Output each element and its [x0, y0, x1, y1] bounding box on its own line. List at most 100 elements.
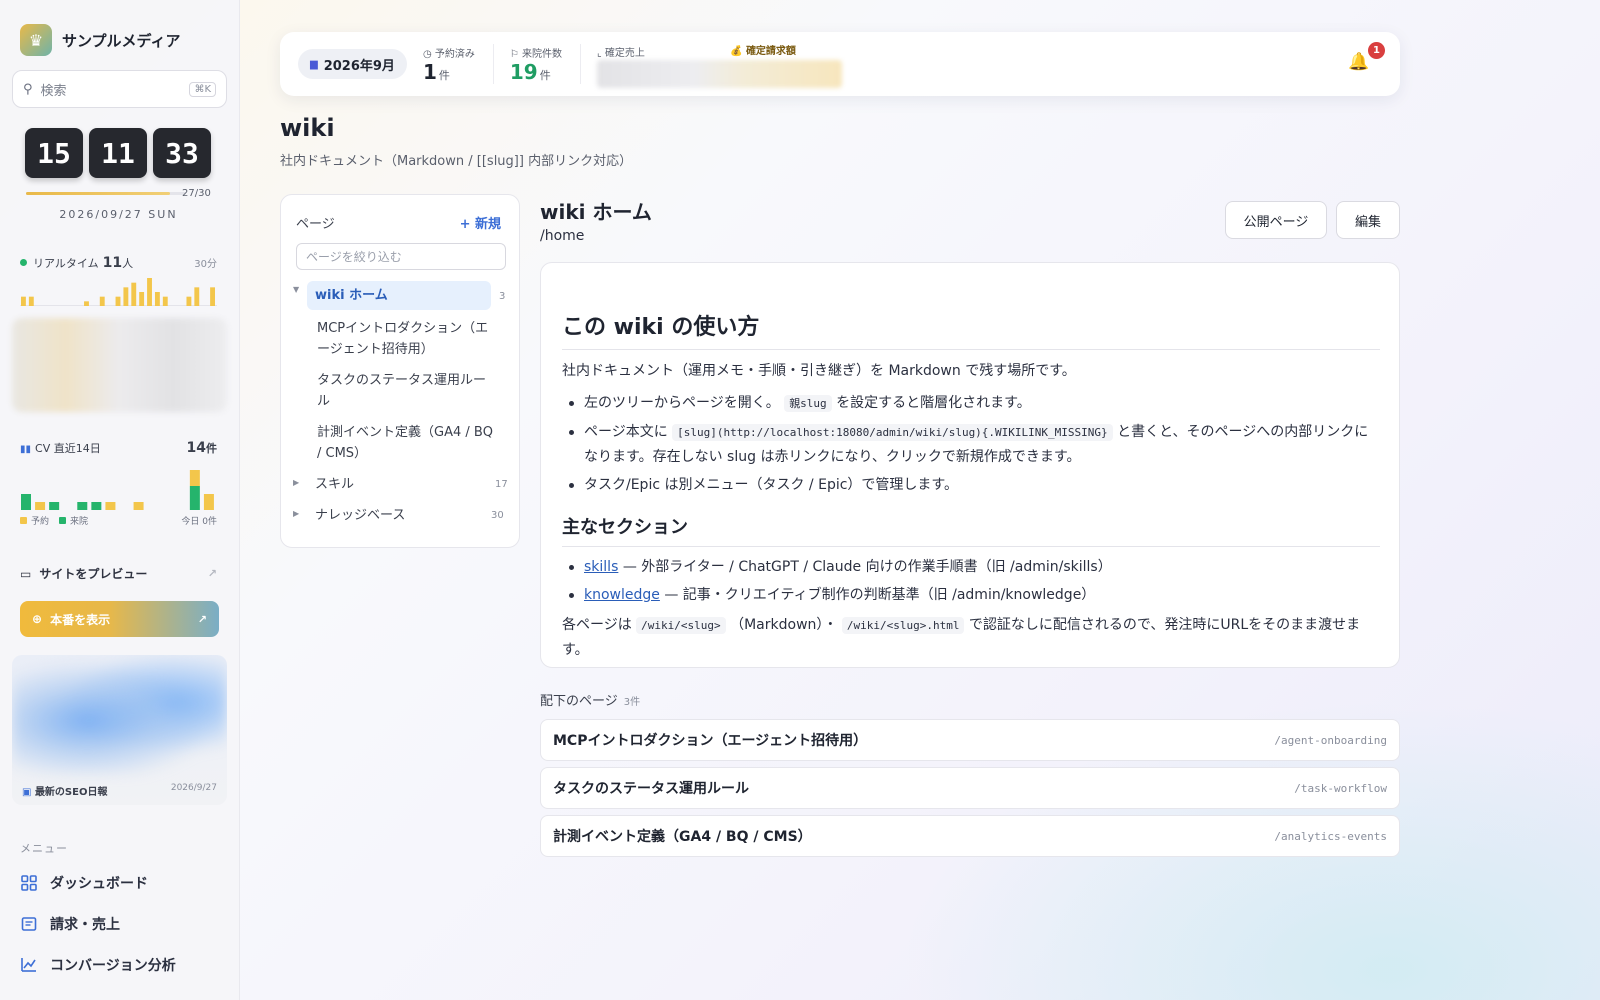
cv-bar-raiin — [77, 502, 88, 510]
chevron-right-icon[interactable]: ▶ — [293, 478, 307, 487]
flip-clock: 15 11 33 — [25, 128, 211, 178]
nav-label: コンバージョン分析 — [50, 958, 176, 974]
nav-billing[interactable]: 請求・売上 — [20, 914, 220, 934]
new-page-button[interactable]: + 新規 — [460, 213, 501, 232]
external-link-icon: ↗ — [197, 612, 207, 626]
list-item-text: — 記事・クリエイティブ制作の判断基準（旧 /admin/knowledge） — [659, 587, 1096, 603]
cv-bar-raiin — [189, 486, 200, 510]
clock-hours: 15 — [25, 128, 83, 178]
list-item-text: — 外部ライター / ChatGPT / Claude 向けの作業手順書（旧 /… — [618, 559, 1112, 575]
public-page-button[interactable]: 公開ページ — [1225, 201, 1327, 239]
sparkline-bar — [162, 296, 168, 306]
realtime-count: 11 — [102, 255, 123, 271]
trend-icon: ⌞ — [597, 48, 602, 59]
chevron-right-icon[interactable]: ▶ — [293, 509, 307, 518]
sparkline-bar — [21, 296, 26, 306]
brand[interactable]: ♛ サンプルメディア — [20, 24, 181, 56]
sparkline-bar — [84, 301, 89, 306]
subpage-row[interactable]: 計測イベント定義（GA4 / BQ / CMS） /analytics-even… — [540, 815, 1400, 857]
sparkline-bar — [28, 296, 34, 306]
site-preview-label: サイトをプレビュー — [39, 567, 148, 581]
list-item: ページ本文に [slug](http://localhost:18080/adm… — [562, 420, 1380, 469]
blurred-widget — [12, 318, 227, 412]
list-item: skills — 外部ライター / ChatGPT / Claude 向けの作業… — [562, 555, 1380, 579]
seo-report-thumbnail — [12, 655, 227, 775]
tree-item-wiki-home[interactable]: ▼ wiki ホーム — [293, 281, 491, 310]
legend-yoyaku: 予約 — [31, 517, 50, 527]
tree-item-knowledge[interactable]: ▶ ナレッジベース — [293, 505, 405, 526]
tree-item-mcp-intro[interactable]: MCPイントロダクション（エ ージェント招待用） — [317, 318, 507, 360]
sparkline-bar — [99, 296, 105, 306]
tree-item-label: ナレッジベース — [315, 508, 406, 523]
tree-item-count: 30 — [491, 510, 504, 521]
view-production-button[interactable]: ⊕ 本番を表示 ↗ — [20, 601, 219, 637]
page-title: wiki — [280, 114, 335, 142]
subpage-slug: /task-workflow — [1294, 781, 1387, 795]
doc-slug: /home — [540, 228, 585, 244]
nav-label: 請求・売上 — [50, 917, 120, 933]
legend-yoyaku-swatch — [20, 517, 27, 524]
cv-count: 14 — [186, 440, 206, 456]
tree-item-task-workflow[interactable]: タスクのステータス運用ルー ル — [317, 370, 507, 412]
subpage-title: タスクのステータス運用ルール — [553, 781, 749, 797]
live-dot-icon — [20, 259, 27, 266]
tree-item-skills[interactable]: ▶ スキル — [293, 474, 354, 495]
cv-label: CV 直近14日 — [35, 442, 101, 455]
stat-reserved: ◷ 予約済み 1件 — [423, 44, 494, 84]
stats-bar: ▆ 2026年9月 ◷ 予約済み 1件 ⚐ 来院件数 19 件 ⌞ 確定売上 💰 … — [280, 32, 1400, 96]
cv-bar-yoyaku — [105, 502, 116, 510]
cv-bar-raiin — [21, 494, 31, 510]
bar-chart-icon: ▮▮ — [20, 444, 32, 455]
cv-today: 今日 0件 — [181, 517, 217, 527]
inline-code: [slug](http://localhost:18080/admin/wiki… — [672, 424, 1113, 441]
content-heading-2: 主なセクション — [562, 513, 1380, 547]
clock-minutes: 11 — [89, 128, 147, 178]
realtime-label: リアルタイム — [33, 257, 99, 270]
view-production-label: 本番を表示 — [50, 612, 111, 627]
search-icon: ⚲ — [23, 81, 33, 97]
sparkline-bar — [115, 296, 121, 306]
sparkline-bar — [210, 287, 215, 306]
inline-code: /wiki/<slug>.html — [841, 617, 965, 634]
month-label: 2026年9月 — [323, 58, 395, 74]
cv-bar-yoyaku — [203, 494, 214, 510]
knowledge-link[interactable]: knowledge — [584, 587, 660, 603]
tree-item-analytics-events[interactable]: 計測イベント定義（GA4 / BQ / CMS） — [317, 422, 507, 464]
edit-button[interactable]: 編集 — [1336, 201, 1400, 239]
seo-report-card[interactable]: ▣ 最新のSEO日報 2026/9/27 — [12, 655, 227, 805]
bell-icon[interactable]: 🔔 — [1348, 52, 1369, 72]
subpage-row[interactable]: MCPイントロダクション（エージェント招待用） /agent-onboardin… — [540, 719, 1400, 761]
doc-title: wiki ホーム — [540, 200, 652, 224]
realtime-unit: 人 — [122, 257, 134, 270]
tree-item-label: MCPイントロダクション（エ ージェント招待用） — [317, 321, 489, 357]
search-input[interactable]: ⚲ 検索 ⌘K — [12, 70, 227, 108]
skills-link[interactable]: skills — [584, 559, 618, 575]
section-list: skills — 外部ライター / ChatGPT / Claude 向けの作業… — [562, 555, 1380, 611]
stat-reserved-value: 1 — [422, 59, 437, 84]
tree-item-label: wiki ホーム — [307, 281, 491, 310]
month-selector[interactable]: ▆ 2026年9月 — [298, 49, 407, 79]
seo-report-title: 最新のSEO日報 — [34, 787, 108, 798]
sparkline-bar — [147, 278, 152, 306]
notification-badge: 1 — [1368, 42, 1385, 59]
globe-icon: ⊕ — [32, 612, 43, 626]
stat-visits-label: ⚐ 来院件数 — [510, 45, 562, 60]
nav-label: ダッシュボード — [50, 876, 148, 892]
page-filter-input[interactable] — [296, 243, 506, 270]
doc-content: この wiki の使い方 社内ドキュメント（運用メモ・手順・引き継ぎ）を Mar… — [540, 262, 1400, 668]
sparkline-bar — [123, 287, 129, 306]
page-tree: ページ + 新規 ▼ wiki ホーム 3 MCPイントロダクション（エ ージェ… — [280, 194, 520, 548]
nav-conversion[interactable]: コンバージョン分析 — [20, 955, 220, 975]
site-preview-link[interactable]: ▭ サイトをプレビュー ↗ — [20, 565, 217, 582]
chevron-down-icon[interactable]: ▼ — [293, 285, 307, 294]
tree-item-count: 3 — [499, 291, 506, 302]
cv-bar-yoyaku — [189, 470, 200, 486]
crown-icon: ♛ — [20, 24, 52, 56]
nav-dashboard[interactable]: ダッシュボード — [20, 873, 220, 893]
grid-icon — [20, 874, 38, 892]
seo-report-date: 2026/9/27 — [170, 783, 217, 793]
footnote-text: （Markdown）・ — [725, 617, 842, 633]
cv-summary: ▮▮ CV 直近14日 14件 — [20, 440, 217, 456]
subpage-row[interactable]: タスクのステータス運用ルール /task-workflow — [540, 767, 1400, 809]
brand-name: サンプルメディア — [62, 31, 181, 50]
